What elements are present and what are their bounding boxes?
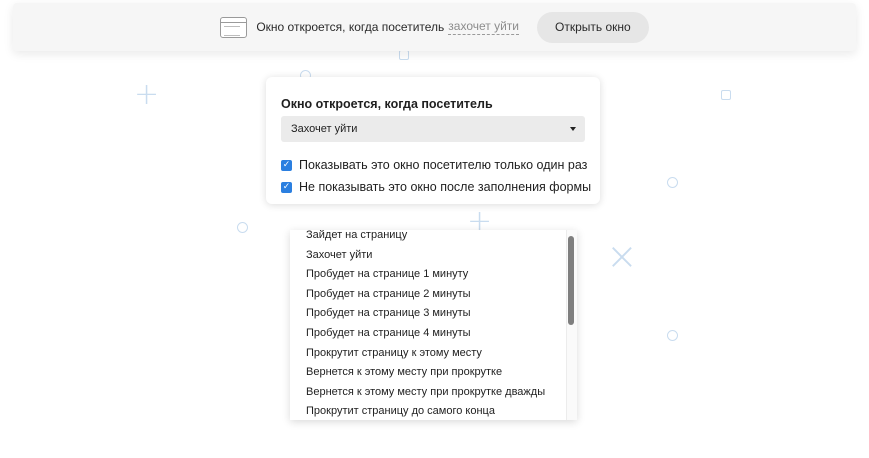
- hide-after-submit-label: Не показывать это окно после заполнения …: [299, 180, 592, 194]
- show-once-checkbox[interactable]: ✓: [281, 159, 292, 171]
- decorative-plus-icon: +: [134, 77, 160, 112]
- list-item[interactable]: Прокрутит страницу до самого конца: [306, 405, 495, 417]
- decorative-square-icon: [721, 90, 731, 100]
- decorative-cross-icon: ×: [606, 234, 638, 278]
- panel-title: Окно откроется, когда посетитель: [281, 97, 493, 111]
- list-item[interactable]: Вернется к этому месту при прокрутке два…: [306, 386, 545, 398]
- hide-after-submit-checkbox[interactable]: ✓: [281, 181, 292, 193]
- trigger-select[interactable]: Захочет уйти: [281, 116, 585, 142]
- open-window-button[interactable]: Открыть окно: [537, 11, 649, 43]
- decorative-ring-icon: [667, 177, 678, 188]
- list-item[interactable]: Вернется к этому месту при прокрутке: [306, 366, 502, 378]
- browser-window-icon: [220, 16, 248, 38]
- list-item[interactable]: Зайдет на страницу: [306, 230, 407, 241]
- trigger-bar: Окно откроется, когда посетитель захочет…: [13, 3, 856, 51]
- decorative-ring-icon: [237, 222, 248, 233]
- list-scroll-thumb[interactable]: [568, 236, 574, 325]
- list-scrollbar[interactable]: [566, 230, 577, 420]
- trigger-link[interactable]: захочет уйти: [448, 19, 519, 35]
- list-item[interactable]: Пробудет на странице 4 минуты: [306, 327, 471, 339]
- list-item[interactable]: Захочет уйти: [306, 249, 372, 261]
- caret-down-icon: [570, 127, 576, 131]
- list-item[interactable]: Пробудет на странице 2 минуты: [306, 288, 471, 300]
- list-item[interactable]: Пробудет на странице 1 минуту: [306, 268, 468, 280]
- trigger-options-list[interactable]: Зайдет на страницу Захочет уйти Пробудет…: [290, 230, 577, 420]
- trigger-select-value: Захочет уйти: [291, 123, 358, 135]
- show-once-option[interactable]: ✓ Показывать это окно посетителю только …: [281, 158, 587, 172]
- show-once-label: Показывать это окно посетителю только од…: [299, 158, 588, 172]
- list-item[interactable]: Прокрутит страницу к этому месту: [306, 347, 482, 359]
- trigger-settings-panel: Окно откроется, когда посетитель Захочет…: [266, 77, 600, 204]
- list-item[interactable]: Пробудет на странице 3 минуты: [306, 307, 471, 319]
- decorative-ring-icon: [667, 330, 678, 341]
- decorative-square-icon: [399, 50, 409, 60]
- trigger-bar-text: Окно откроется, когда посетитель: [256, 20, 445, 34]
- hide-after-submit-option[interactable]: ✓ Не показывать это окно после заполнени…: [281, 180, 591, 194]
